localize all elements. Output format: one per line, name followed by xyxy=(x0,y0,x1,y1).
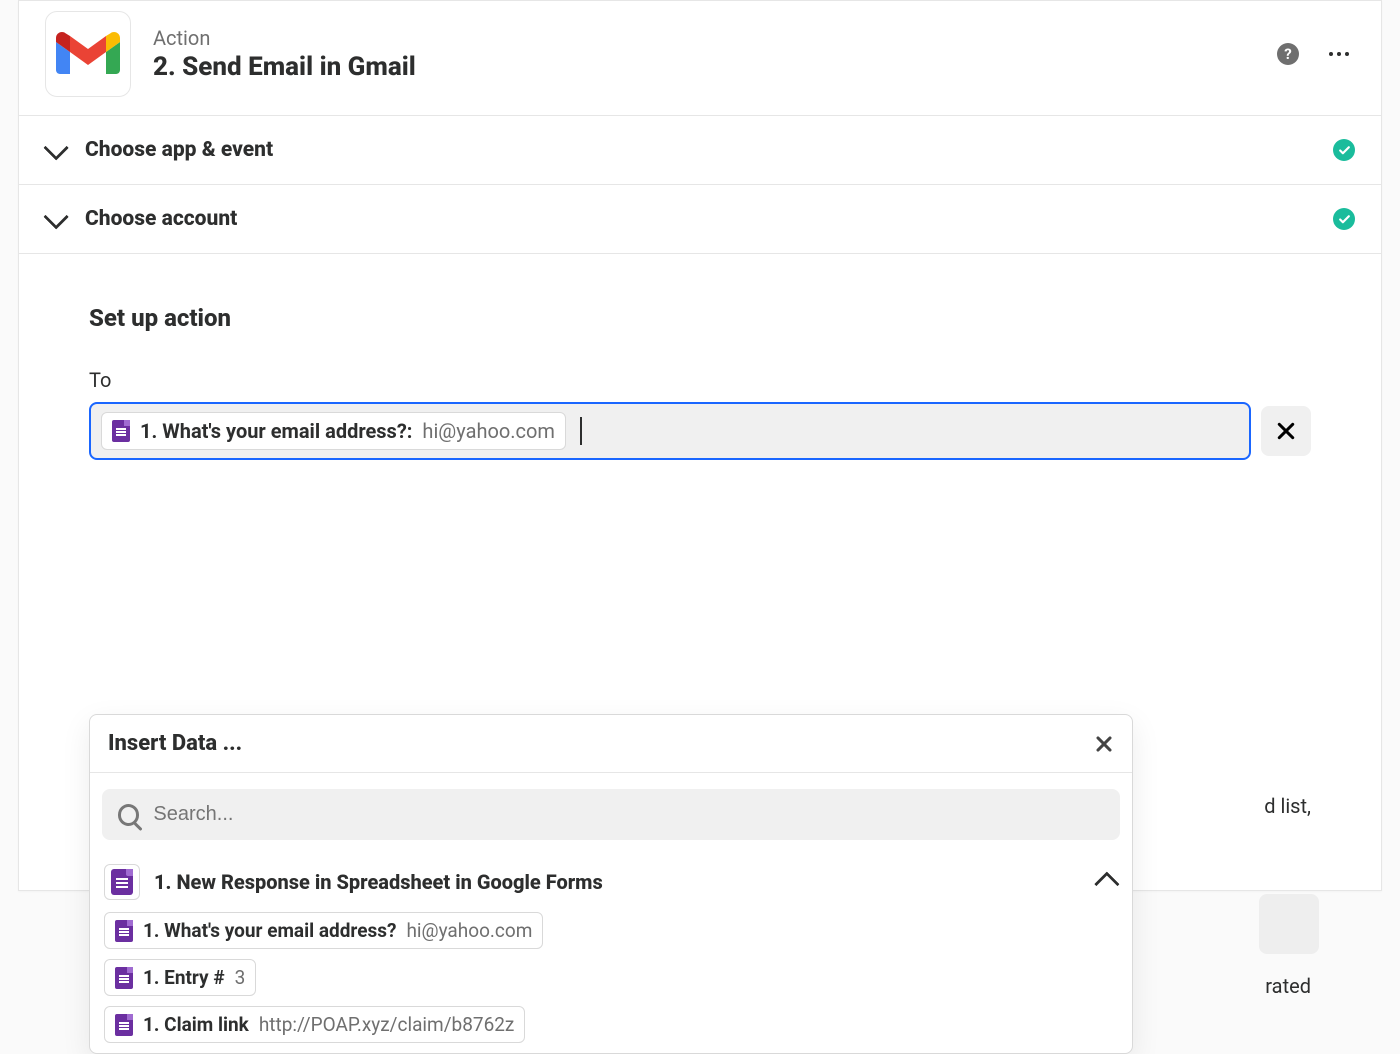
dropdown-close-button[interactable] xyxy=(1094,734,1114,754)
search-input[interactable] xyxy=(153,803,1104,826)
dropdown-group-title: 1. New Response in Spreadsheet in Google… xyxy=(154,870,603,894)
check-icon xyxy=(1333,208,1355,230)
to-input[interactable]: 1. What's your email address?: hi@yahoo.… xyxy=(89,402,1251,460)
item-label: 1. Claim link xyxy=(143,1013,249,1036)
dropdown-item[interactable]: 1. Entry # 3 xyxy=(104,959,256,996)
item-label: 1. What's your email address? xyxy=(143,919,396,942)
setup-heading: Set up action xyxy=(89,304,1311,332)
token-label: 1. What's your email address?: xyxy=(140,419,412,443)
item-label: 1. Entry # xyxy=(143,966,225,989)
search-icon xyxy=(118,804,139,826)
dropdown-items: 1. What's your email address? hi@yahoo.c… xyxy=(90,908,1132,1043)
field-label-to: To xyxy=(89,368,1311,392)
dropdown-title: Insert Data ... xyxy=(108,731,242,756)
obscured-text: d list, xyxy=(1264,794,1311,818)
help-icon[interactable]: ? xyxy=(1277,43,1299,65)
dropdown-search[interactable] xyxy=(102,789,1120,840)
action-header: Action 2. Send Email in Gmail ? xyxy=(19,1,1381,115)
google-forms-icon xyxy=(115,920,133,942)
chevron-down-icon xyxy=(43,204,68,229)
field-token[interactable]: 1. What's your email address?: hi@yahoo.… xyxy=(101,412,566,450)
step-title: 2. Send Email in Gmail xyxy=(153,52,1255,82)
insert-data-dropdown: Insert Data ... 1. New Response in Sprea… xyxy=(89,714,1133,1054)
item-value: 3 xyxy=(235,966,246,989)
close-icon xyxy=(1094,734,1114,754)
token-value: hi@yahoo.com xyxy=(422,419,555,443)
text-caret xyxy=(580,417,582,445)
google-forms-icon xyxy=(112,420,130,442)
section-setup-action: Set up action To 1. What's your email ad… xyxy=(19,253,1381,890)
google-forms-app-icon xyxy=(104,864,140,900)
check-icon xyxy=(1333,139,1355,161)
obscured-text: rated xyxy=(1265,974,1311,998)
action-card: Action 2. Send Email in Gmail ? Choose a… xyxy=(18,0,1382,891)
google-forms-icon xyxy=(115,1014,133,1036)
item-value: hi@yahoo.com xyxy=(406,919,532,942)
dropdown-group-header[interactable]: 1. New Response in Spreadsheet in Google… xyxy=(90,850,1132,908)
obscured-box xyxy=(1259,894,1319,954)
step-type-label: Action xyxy=(153,26,1255,50)
google-forms-icon xyxy=(115,967,133,989)
gmail-app-icon xyxy=(45,11,131,97)
clear-button[interactable] xyxy=(1261,406,1311,456)
section-title-account: Choose account xyxy=(85,207,237,231)
section-title-app-event: Choose app & event xyxy=(85,138,273,162)
gmail-icon xyxy=(56,30,120,78)
dropdown-item[interactable]: 1. Claim link http://POAP.xyz/claim/b876… xyxy=(104,1006,525,1043)
chevron-up-icon xyxy=(1094,871,1119,896)
more-icon[interactable] xyxy=(1329,52,1349,56)
section-choose-account[interactable]: Choose account xyxy=(19,184,1381,253)
close-icon xyxy=(1275,420,1297,442)
item-value: http://POAP.xyz/claim/b8762z xyxy=(259,1013,515,1036)
chevron-down-icon xyxy=(43,135,68,160)
google-forms-icon xyxy=(111,869,133,895)
section-choose-app-event[interactable]: Choose app & event xyxy=(19,115,1381,184)
dropdown-item[interactable]: 1. What's your email address? hi@yahoo.c… xyxy=(104,912,543,949)
